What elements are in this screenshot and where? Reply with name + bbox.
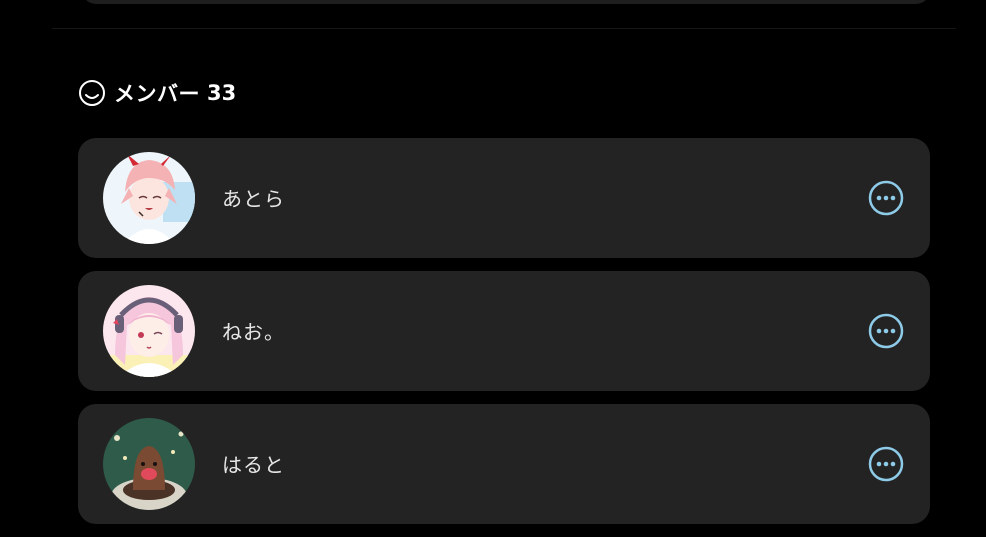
member-card[interactable]: はると bbox=[78, 404, 930, 524]
member-name: あとら bbox=[222, 187, 285, 211]
previous-card bbox=[82, 0, 930, 4]
member-list: あとら ねお。 はると bbox=[78, 138, 930, 537]
members-title: メンバー bbox=[114, 82, 200, 106]
members-section-header: メンバー 33 bbox=[78, 78, 236, 108]
avatar[interactable] bbox=[103, 418, 195, 510]
more-options-icon[interactable] bbox=[868, 180, 904, 216]
avatar[interactable] bbox=[103, 285, 195, 377]
more-options-icon[interactable] bbox=[868, 313, 904, 349]
member-name: ねお。 bbox=[222, 320, 285, 344]
avatar[interactable] bbox=[103, 152, 195, 244]
member-card[interactable]: あとら bbox=[78, 138, 930, 258]
smiley-face-icon bbox=[78, 79, 106, 107]
section-divider bbox=[52, 28, 956, 29]
member-name: はると bbox=[222, 453, 285, 477]
member-card[interactable]: ねお。 bbox=[78, 271, 930, 391]
more-options-icon[interactable] bbox=[868, 446, 904, 482]
members-count: 33 bbox=[207, 81, 237, 105]
